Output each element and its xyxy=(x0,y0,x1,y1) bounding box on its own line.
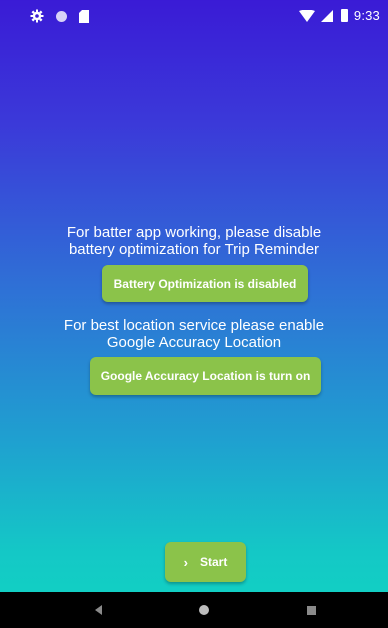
app-screen: 9:33 For batter app working, please disa… xyxy=(0,0,388,628)
google-accuracy-location-button[interactable]: Google Accuracy Location is turn on xyxy=(90,357,321,395)
battery-optimization-button[interactable]: Battery Optimization is disabled xyxy=(102,265,308,302)
status-bar: 9:33 xyxy=(0,0,388,34)
battery-message-line-2: battery optimization for Trip Reminder xyxy=(68,241,320,258)
status-clock: 9:33 xyxy=(353,8,380,23)
location-accuracy-message: For best location service please enable … xyxy=(0,317,388,351)
battery-message-line-1: For batter app working, please disable xyxy=(66,224,322,241)
gear-icon xyxy=(30,9,44,23)
navigation-bar xyxy=(0,592,388,628)
signal-icon xyxy=(320,9,333,22)
battery-optimization-message: For batter app working, please disable b… xyxy=(0,224,388,258)
back-icon xyxy=(94,605,102,615)
start-button-label: Start xyxy=(200,555,228,569)
dot-icon xyxy=(56,10,67,22)
battery-optimization-button-label: Battery Optimization is disabled xyxy=(113,276,297,291)
wifi-icon xyxy=(298,9,315,22)
google-accuracy-location-button-label: Google Accuracy Location is turn on xyxy=(100,369,311,383)
nav-home-button[interactable] xyxy=(192,592,216,628)
nav-back-button[interactable] xyxy=(86,592,110,628)
recents-icon xyxy=(306,605,316,615)
sd-card-icon xyxy=(79,9,89,23)
nav-recents-button[interactable] xyxy=(299,592,323,628)
location-message-line-1: For best location service please enable xyxy=(63,317,325,334)
status-bar-right: 9:33 xyxy=(298,8,380,23)
start-button[interactable]: › Start xyxy=(165,542,246,582)
battery-icon xyxy=(340,9,348,22)
chevron-right-icon: › xyxy=(183,554,188,570)
status-bar-left xyxy=(30,9,89,23)
home-icon xyxy=(199,605,209,615)
location-message-line-2: Google Accuracy Location xyxy=(106,334,282,351)
